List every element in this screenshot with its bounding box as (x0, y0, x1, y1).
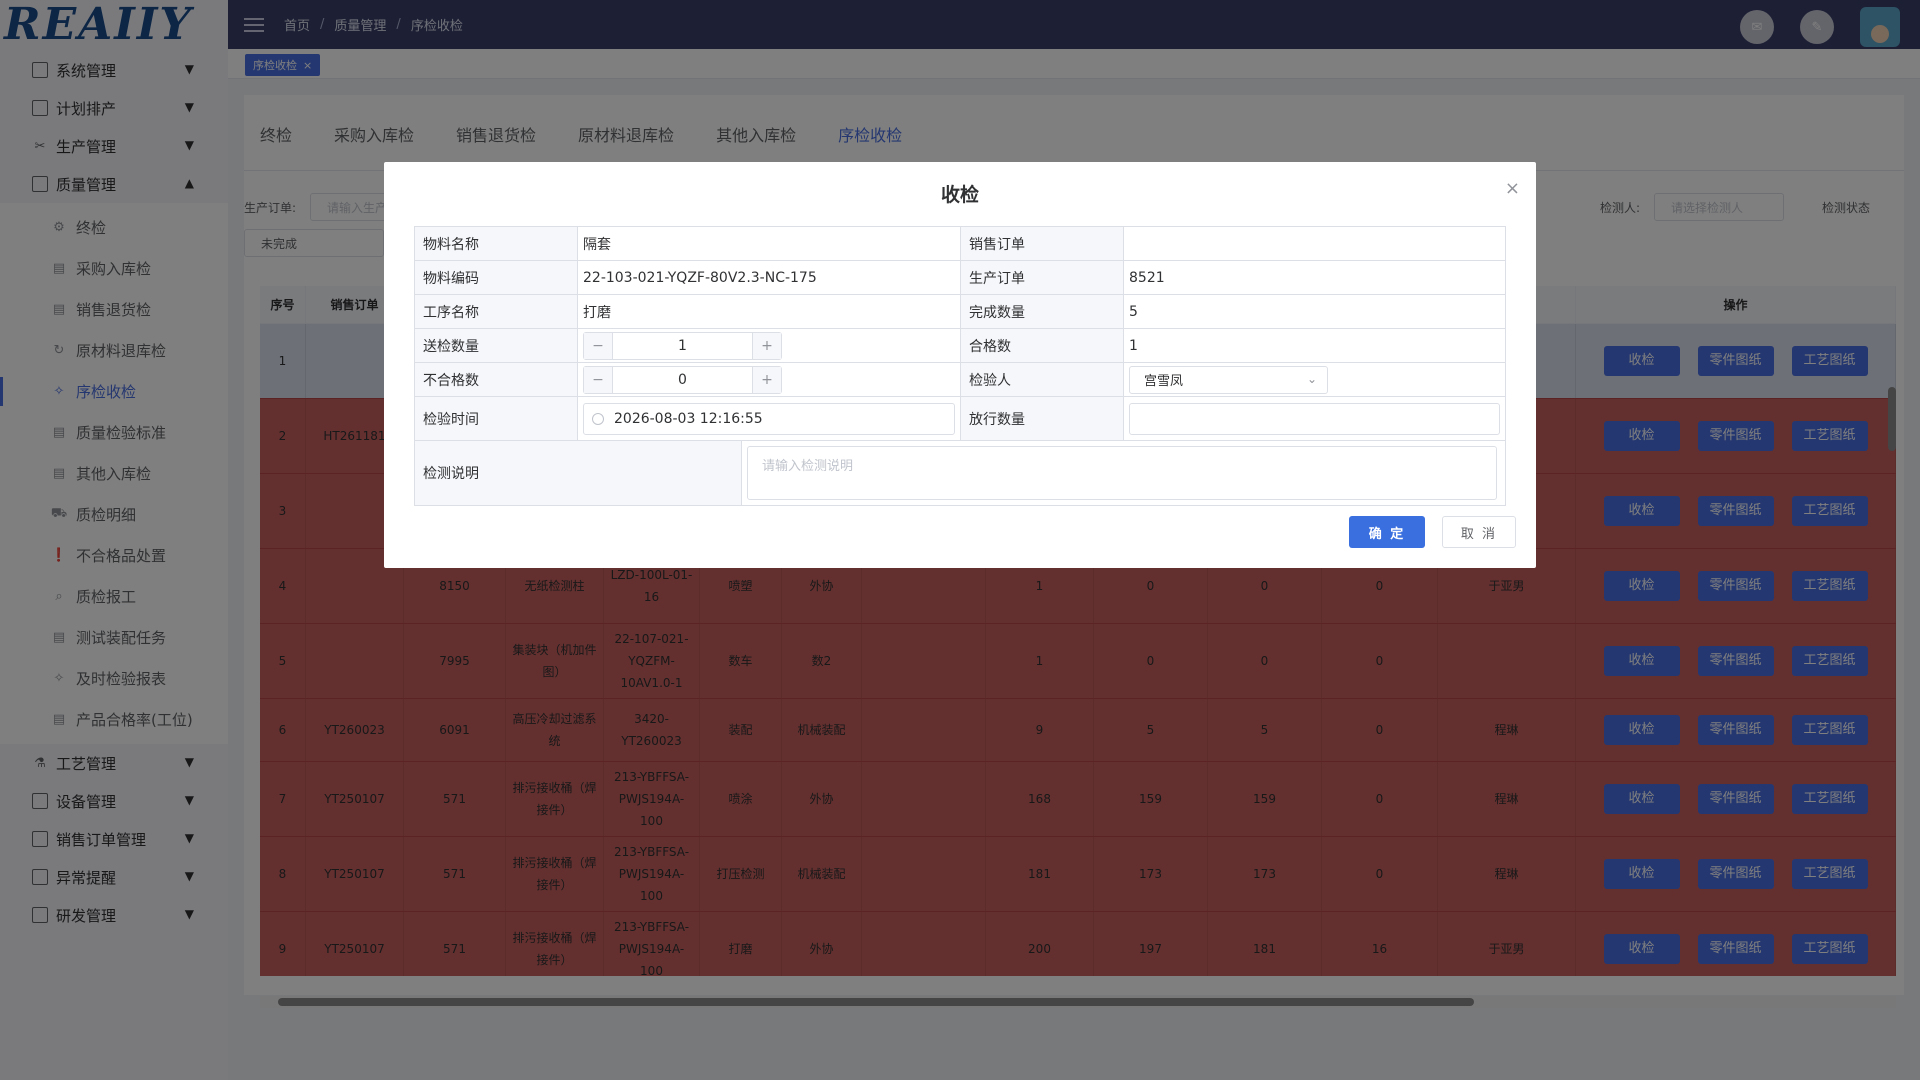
sales-order-label: 销售订单 (961, 227, 1124, 260)
release-cell (1124, 397, 1505, 440)
sent-quantity-input[interactable]: 1 (612, 332, 753, 359)
process-value: 打磨 (578, 295, 961, 328)
form-row: 物料名称 隔套 销售订单 (415, 227, 1505, 261)
material-code-label: 物料编码 (415, 261, 578, 294)
sent-label: 送检数量 (415, 329, 578, 362)
form-row: 送检数量 − 1 + 合格数 1 (415, 329, 1505, 363)
plus-icon[interactable]: + (753, 366, 781, 393)
inspector-label: 检验人 (961, 363, 1124, 396)
release-label: 放行数量 (961, 397, 1124, 440)
confirm-button[interactable]: 确 定 (1349, 516, 1425, 548)
qualified-label: 合格数 (961, 329, 1124, 362)
form-table: 物料名称 隔套 销售订单 物料编码 22-103-021-YQZF-80V2.3… (414, 226, 1506, 506)
clock-icon (592, 412, 604, 425)
close-icon[interactable]: × (1505, 178, 1520, 199)
unqualified-cell: − 0 + (578, 363, 961, 396)
inspector-value: 宫雪凤 (1144, 374, 1184, 389)
time-cell: 2026-08-03 12:16:55 (578, 397, 961, 440)
form-row: 检测说明 请输入检测说明 (415, 441, 1505, 505)
dialog-title: 收检 (940, 184, 979, 206)
time-label: 检验时间 (415, 397, 578, 440)
desc-label: 检测说明 (415, 441, 742, 505)
process-label: 工序名称 (415, 295, 578, 328)
description-textarea[interactable]: 请输入检测说明 (747, 446, 1497, 500)
sent-cell: − 1 + (578, 329, 961, 362)
material-name-label: 物料名称 (415, 227, 578, 260)
form-row: 物料编码 22-103-021-YQZF-80V2.3-NC-175 生产订单 … (415, 261, 1505, 295)
finished-value: 5 (1129, 303, 1138, 320)
plus-icon[interactable]: + (753, 332, 781, 359)
cancel-button[interactable]: 取 消 (1442, 516, 1516, 548)
chevron-down-icon: ⌄ (1306, 371, 1317, 386)
release-quantity-input[interactable] (1129, 402, 1500, 435)
unqualified-quantity-stepper[interactable]: − 0 + (583, 365, 782, 394)
inspection-time-value: 2026-08-03 12:16:55 (614, 410, 763, 427)
prod-order-value: 8521 (1129, 269, 1165, 286)
material-name-value: 隔套 (578, 227, 961, 260)
unqualified-quantity-input[interactable]: 0 (612, 366, 753, 393)
minus-icon[interactable]: − (584, 332, 612, 359)
sales-order-value (1124, 227, 1505, 260)
sent-quantity-stepper[interactable]: − 1 + (583, 331, 782, 360)
inspector-select[interactable]: 宫雪凤 ⌄ (1129, 365, 1328, 394)
inspection-time-picker[interactable]: 2026-08-03 12:16:55 (583, 402, 955, 435)
form-row: 检验时间 2026-08-03 12:16:55 放行数量 (415, 397, 1505, 441)
finished-label: 完成数量 (961, 295, 1124, 328)
minus-icon[interactable]: − (584, 366, 612, 393)
unqualified-label: 不合格数 (415, 363, 578, 396)
inspection-dialog: 收检 × 物料名称 隔套 销售订单 物料编码 22-103-021-YQZF-8… (384, 162, 1536, 568)
prod-order-label: 生产订单 (961, 261, 1124, 294)
form-row: 工序名称 打磨 完成数量 5 (415, 295, 1505, 329)
form-row: 不合格数 − 0 + 检验人 宫雪凤 ⌄ (415, 363, 1505, 397)
material-code-value: 22-103-021-YQZF-80V2.3-NC-175 (578, 261, 961, 294)
inspector-cell: 宫雪凤 ⌄ (1124, 363, 1505, 396)
qualified-value: 1 (1129, 337, 1138, 354)
desc-cell: 请输入检测说明 (742, 441, 1505, 505)
